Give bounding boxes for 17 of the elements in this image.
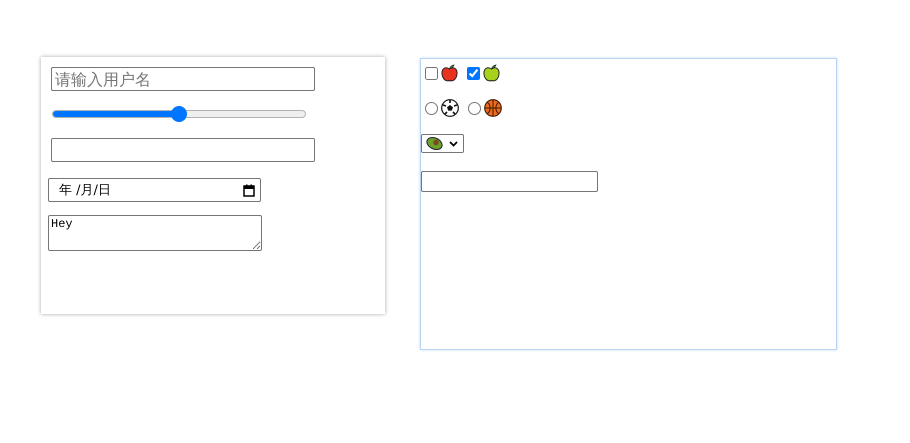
text-field[interactable]	[421, 171, 598, 192]
apple-icon	[483, 64, 500, 82]
radio-button[interactable]	[468, 102, 481, 114]
username-field[interactable]: 请输入用户名	[51, 67, 315, 91]
textarea-field[interactable]: Hey	[48, 215, 262, 251]
calendar-icon[interactable]	[243, 184, 255, 196]
soccer-ball-icon	[441, 99, 459, 117]
radio-button[interactable]	[425, 102, 438, 114]
checkbox[interactable]	[467, 66, 480, 80]
avocado-icon	[426, 136, 443, 151]
date-field[interactable]: 年 /月/日	[48, 178, 261, 202]
chevron-down-icon	[449, 140, 458, 146]
fruit-select[interactable]	[421, 134, 464, 153]
basketball-icon	[484, 99, 502, 117]
apple-icon	[441, 64, 458, 82]
text-field[interactable]	[51, 138, 315, 162]
checkbox[interactable]	[425, 66, 438, 80]
